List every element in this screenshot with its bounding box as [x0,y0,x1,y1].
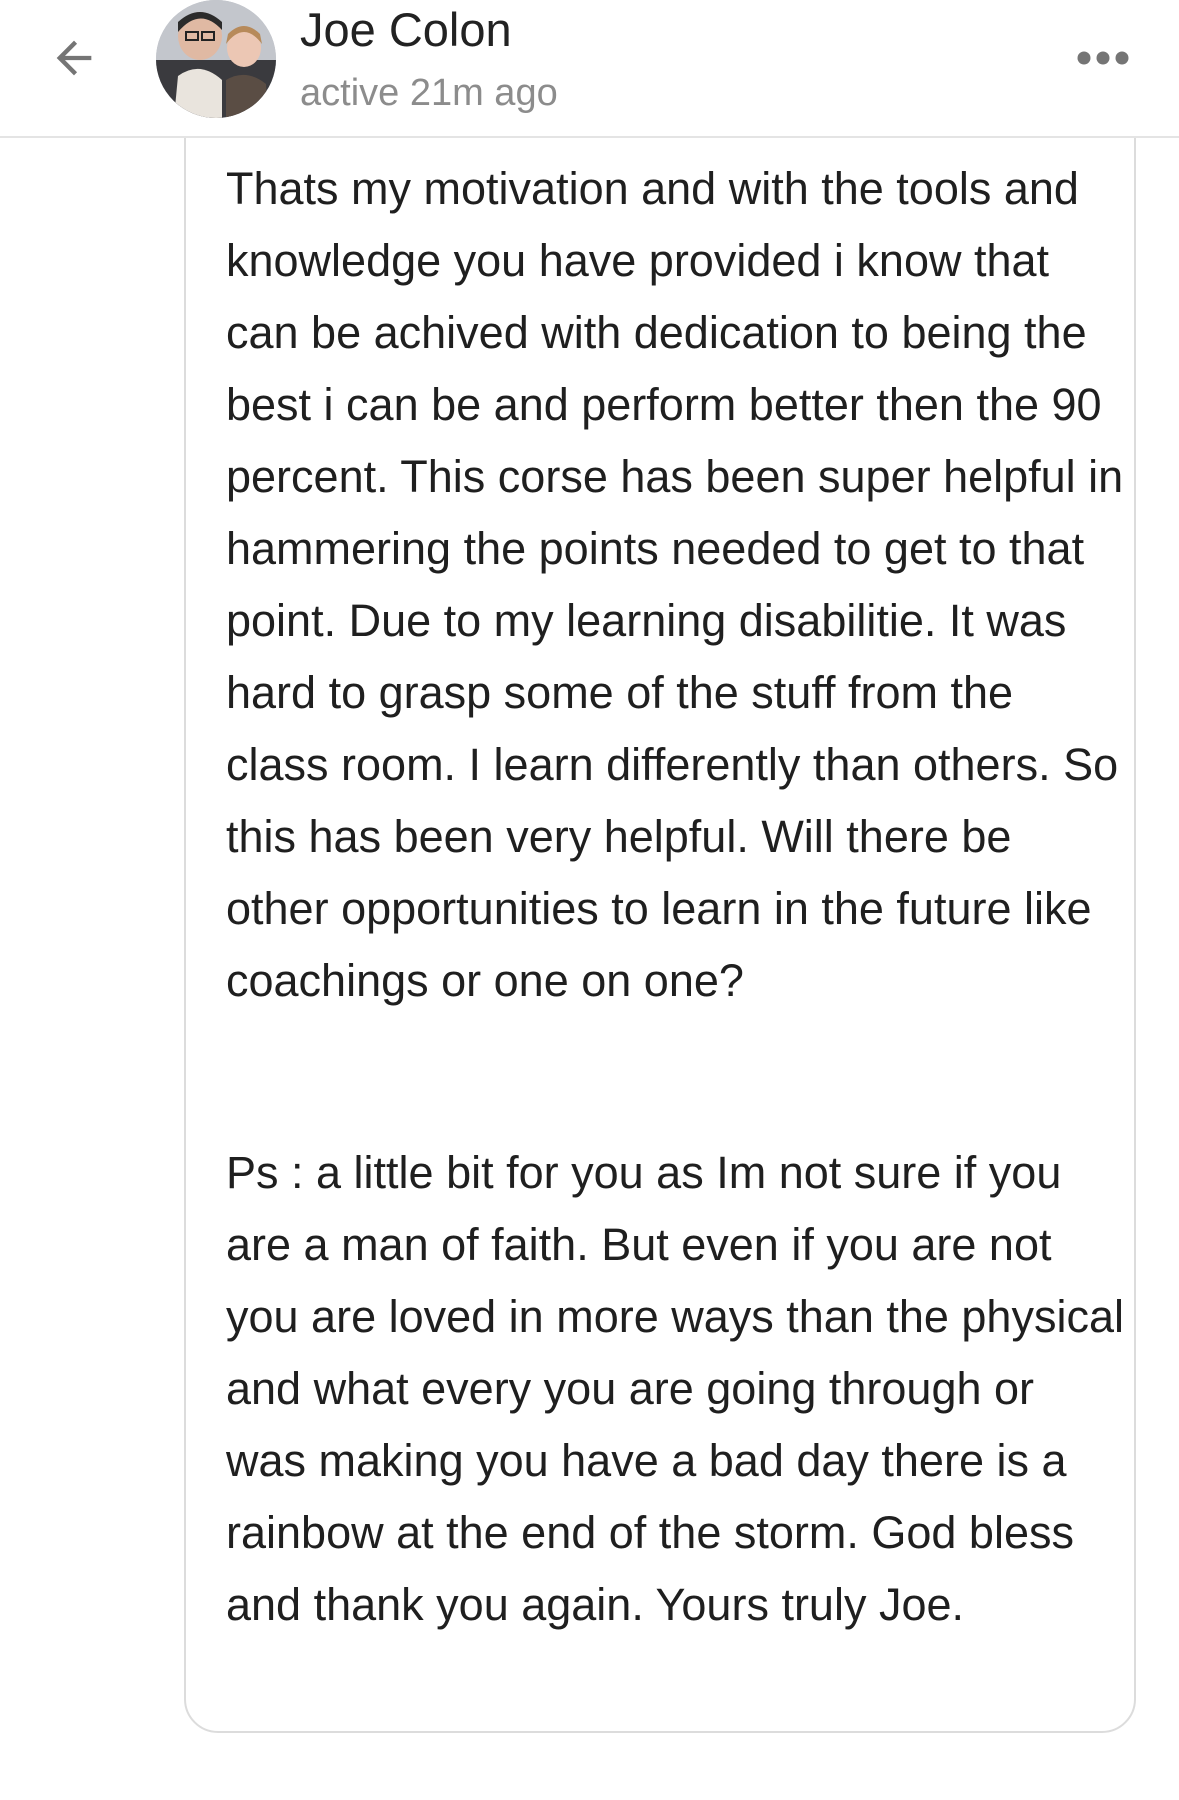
contact-status: active 21m ago [300,72,558,114]
chat-screen: Thats my motivation and with the tools a… [0,0,1179,1800]
message-paragraph-2: Ps : a little bit for you as Im not sure… [226,1147,1124,1630]
message-bubble: Thats my motivation and with the tools a… [184,96,1136,1733]
contact-name: Joe Colon [300,3,512,56]
more-options-button[interactable] [1070,34,1136,86]
message-paragraph-1: Thats my motivation and with the tools a… [226,163,1124,1006]
arrow-left-icon [48,32,100,89]
avatar[interactable] [156,0,276,118]
back-button[interactable] [40,26,108,94]
more-horizontal-icon [1076,50,1130,71]
chat-header: Joe Colon active 21m ago [0,0,1179,138]
